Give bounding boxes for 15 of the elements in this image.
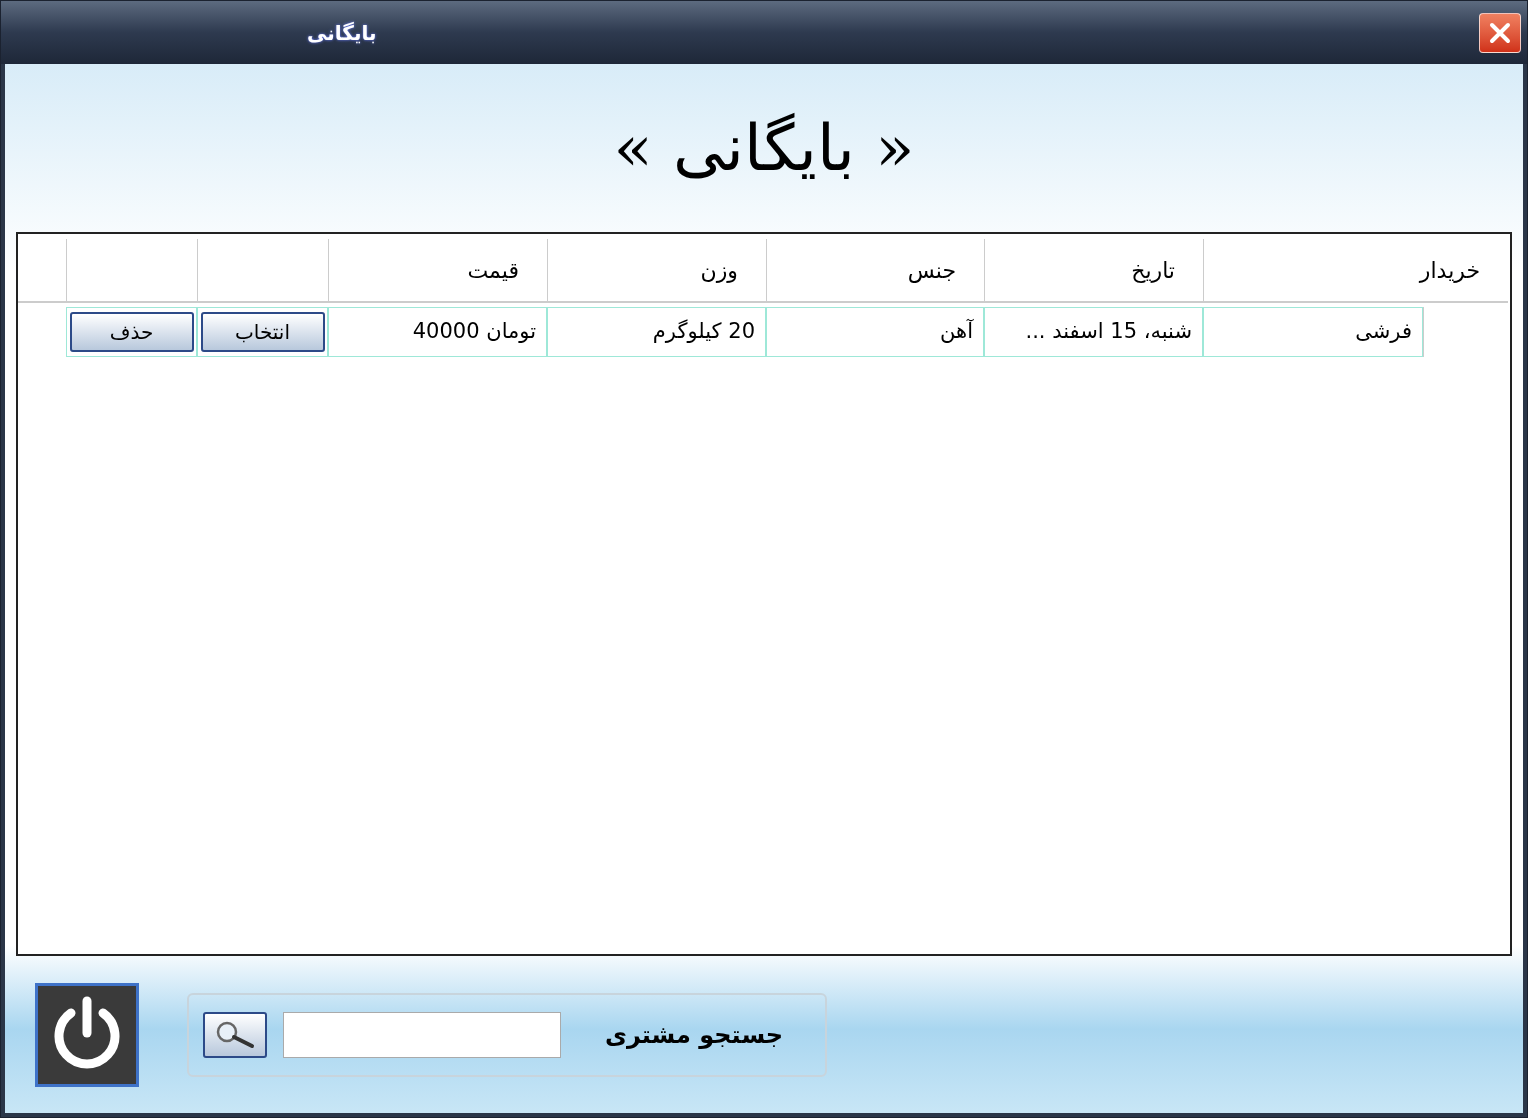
close-icon — [1488, 20, 1512, 45]
table-cell: شنبه، 15 اسفند ... — [984, 307, 1203, 357]
table-cell: آهن — [766, 307, 984, 357]
table-cell: 40000 تومان — [328, 307, 547, 357]
search-field[interactable] — [283, 1011, 561, 1058]
close-button[interactable] — [1479, 12, 1521, 53]
heading: « بایگانی » — [613, 110, 915, 187]
row-action-button[interactable]: حذف — [69, 312, 194, 352]
power-button[interactable] — [35, 982, 139, 1087]
table-cell: 20 کیلوگرم — [547, 307, 766, 357]
search-button[interactable] — [203, 1011, 267, 1058]
window-title: بایگانی — [307, 19, 377, 47]
row-action-button[interactable]: انتخاب — [200, 312, 325, 352]
table-cell: فرشی — [1203, 307, 1423, 357]
search-label: جستجو مشتری — [603, 1019, 785, 1051]
